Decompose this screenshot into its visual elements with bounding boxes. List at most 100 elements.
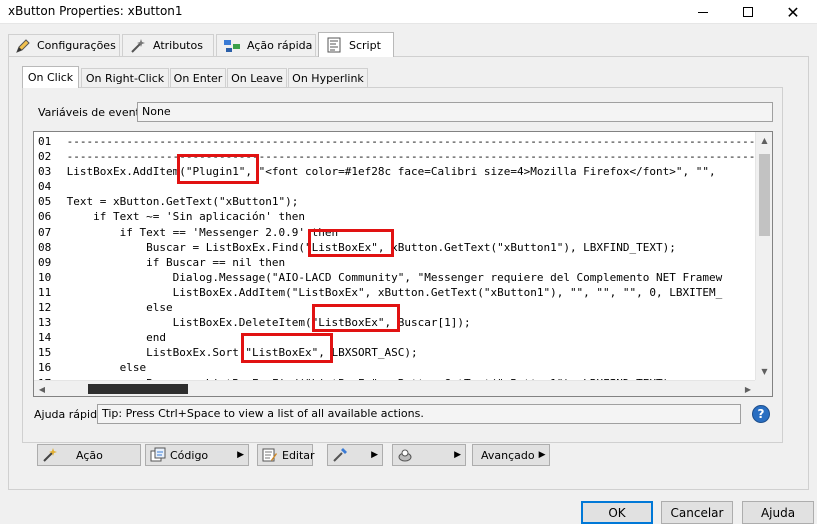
acao-button[interactable]: Ação <box>37 444 141 466</box>
minimize-button[interactable] <box>681 0 725 24</box>
line-text: else <box>66 301 173 315</box>
line-number: 01 <box>38 135 52 148</box>
code-line[interactable]: 05 Text = xButton.GetText("xButton1"); <box>38 194 756 209</box>
line-number: 09 <box>38 255 52 269</box>
line-text: ----------------------------------------… <box>66 150 756 164</box>
line-text: if Text == 'Messenger 2.0.9' then <box>66 225 339 239</box>
minimize-icon <box>698 11 708 13</box>
dropdown-arrow-icon: ▶ <box>454 450 461 460</box>
code-line[interactable]: 09 if Buscar == nil then <box>38 255 756 270</box>
line-number: 13 <box>38 316 52 330</box>
code-editor[interactable]: 01 -------------------------------------… <box>33 131 773 397</box>
tab-atributos[interactable]: Atributos <box>122 34 214 56</box>
tab-configuracoes[interactable]: Configurações <box>8 34 120 56</box>
pencil-icon <box>15 37 31 55</box>
code-area[interactable]: 01 -------------------------------------… <box>38 134 756 382</box>
avancado-button[interactable]: Avançado ▶ <box>472 444 550 466</box>
code-line[interactable]: 03 ListBoxEx.AddItem("Plugin1", "<font c… <box>38 164 756 179</box>
scrollbar-corner <box>755 380 772 396</box>
line-number: 05 <box>38 195 52 209</box>
line-text: if Buscar == nil then <box>66 255 286 269</box>
code-line[interactable]: 02 -------------------------------------… <box>38 149 756 164</box>
scroll-right-icon[interactable]: ▶ <box>740 381 756 396</box>
line-number: 08 <box>38 240 52 254</box>
tab-script[interactable]: Script <box>318 32 394 57</box>
line-number: 03 <box>38 165 52 179</box>
maximize-button[interactable] <box>726 0 770 24</box>
tab-label: Atributos <box>153 39 203 52</box>
tab-label: Script <box>349 38 381 52</box>
ok-button[interactable]: OK <box>581 501 653 524</box>
window-title: xButton Properties: xButton1 <box>8 4 183 18</box>
wizard-icon <box>397 447 413 463</box>
editar-button[interactable]: Editar <box>257 444 315 466</box>
tab-on-click[interactable]: On Click <box>22 66 79 88</box>
code-line[interactable]: 08 Buscar = ListBoxEx.Find("ListBoxEx", … <box>38 240 756 255</box>
codigo-button[interactable]: Código ▶ <box>145 444 249 466</box>
line-text: Dialog.Message("AIO-LACD Community", "Me… <box>66 270 723 284</box>
line-number: 12 <box>38 301 52 315</box>
tools-button[interactable]: ▶ <box>327 444 383 466</box>
line-number: 16 <box>38 361 52 375</box>
wand-icon <box>42 447 58 463</box>
event-vars-field: None <box>137 102 773 122</box>
line-text: if Text ~= 'Sin aplicación' then <box>66 210 306 224</box>
vertical-scrollbar[interactable]: ▲ ▼ <box>755 132 772 380</box>
code-line[interactable]: 01 -------------------------------------… <box>38 134 756 149</box>
line-text: Buscar = ListBoxEx.Find("ListBoxEx", xBu… <box>66 240 676 254</box>
tab-on-enter[interactable]: On Enter <box>170 68 226 87</box>
quick-help-field: Tip: Press Ctrl+Space to view a list of … <box>97 404 741 424</box>
tab-on-hyperlink[interactable]: On Hyperlink <box>288 68 368 87</box>
brush-tool-icon <box>332 447 348 463</box>
cancel-button[interactable]: Cancelar <box>661 501 733 524</box>
event-vars-label: Variáveis de evento: <box>38 106 151 119</box>
line-number: 14 <box>38 331 52 345</box>
tab-acao-rapida[interactable]: Ação rápida <box>216 34 316 56</box>
close-button[interactable]: ✕ <box>771 0 815 24</box>
edit-icon <box>262 447 278 463</box>
line-text: ListBoxEx.DeleteItem("ListBoxEx", Buscar… <box>66 316 471 330</box>
scroll-up-icon[interactable]: ▲ <box>756 132 772 149</box>
code-line[interactable]: 10 Dialog.Message("AIO-LACD Community", … <box>38 270 756 285</box>
avancado-label: Avançado <box>481 448 535 462</box>
code-line[interactable]: 06 if Text ~= 'Sin aplicación' then <box>38 209 756 224</box>
line-number: 11 <box>38 285 52 299</box>
code-line[interactable]: 11 ListBoxEx.AddItem("ListBoxEx", xButto… <box>38 285 756 300</box>
tab-on-right-click[interactable]: On Right-Click <box>81 68 169 87</box>
code-line[interactable]: 04 <box>38 179 756 194</box>
vertical-scroll-thumb[interactable] <box>759 154 770 236</box>
help-icon[interactable]: ? <box>752 405 770 423</box>
tab-on-leave[interactable]: On Leave <box>227 68 287 87</box>
code-line[interactable]: 12 else <box>38 300 756 315</box>
line-text: end <box>66 331 166 345</box>
code-line[interactable]: 07 if Text == 'Messenger 2.0.9' then <box>38 225 756 240</box>
code-line[interactable]: 13 ListBoxEx.DeleteItem("ListBoxEx", Bus… <box>38 315 756 330</box>
codigo-label: Código <box>170 448 209 462</box>
help-button[interactable]: Ajuda <box>742 501 814 524</box>
wand-icon <box>129 37 147 55</box>
quick-action-icon <box>223 37 241 55</box>
code-line[interactable]: 14 end <box>38 330 756 345</box>
script-icon <box>325 36 343 54</box>
line-text: ListBoxEx.AddItem("Plugin1", "<font colo… <box>66 165 716 179</box>
line-number: 06 <box>38 210 52 224</box>
line-number: 10 <box>38 270 52 284</box>
line-number: 07 <box>38 225 52 239</box>
wizard-button[interactable]: ▶ <box>392 444 466 466</box>
dropdown-arrow-icon: ▶ <box>237 450 244 460</box>
horizontal-scrollbar[interactable]: ◀ ▶ <box>34 380 756 396</box>
code-snippet-icon <box>150 447 166 463</box>
line-text: else <box>66 361 147 375</box>
close-icon: ✕ <box>786 2 800 22</box>
dropdown-arrow-icon: ▶ <box>538 450 546 460</box>
dropdown-arrow-icon: ▶ <box>371 450 378 460</box>
horizontal-scroll-thumb[interactable] <box>88 384 188 394</box>
line-text: ListBoxEx.AddItem("ListBoxEx", xButton.G… <box>66 285 723 299</box>
scroll-down-icon[interactable]: ▼ <box>756 363 772 380</box>
scroll-left-icon[interactable]: ◀ <box>34 381 50 396</box>
code-line[interactable]: 16 else <box>38 360 756 375</box>
code-line[interactable]: 15 ListBoxEx.Sort("ListBoxEx", LBXSORT_A… <box>38 345 756 360</box>
line-text: ListBoxEx.Sort("ListBoxEx", LBXSORT_ASC)… <box>66 346 418 360</box>
tab-label: Ação rápida <box>247 39 313 52</box>
title-bar: xButton Properties: xButton1 ✕ <box>0 0 817 24</box>
